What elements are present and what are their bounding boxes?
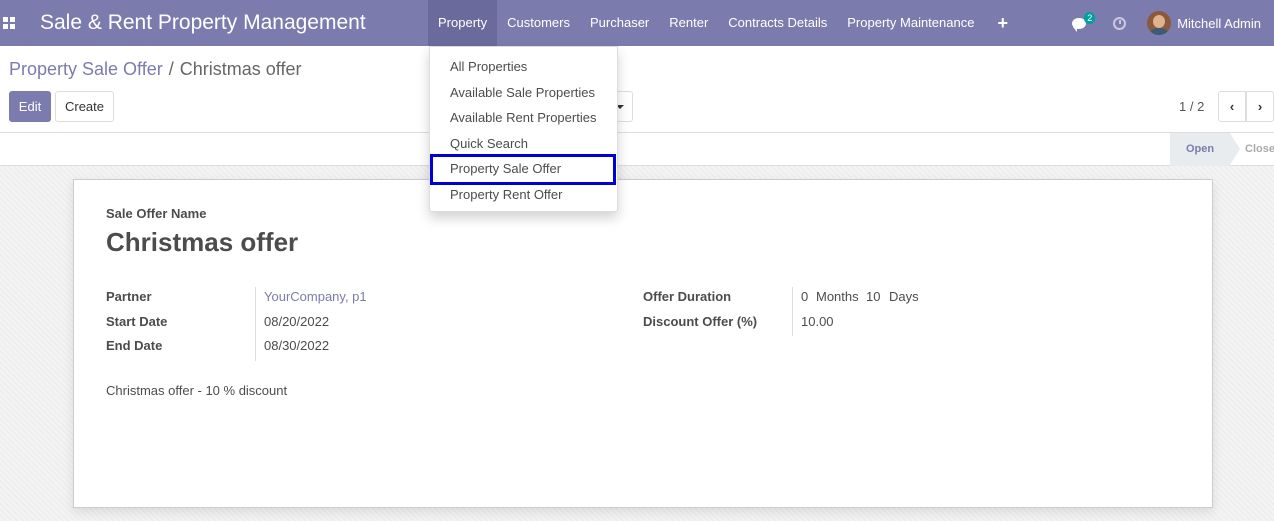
property-dropdown-menu: All Properties Available Sale Properties… [429,46,618,212]
offer-duration-row: Offer Duration 0 Months 10 Days [643,289,1143,314]
app-title[interactable]: Sale & Rent Property Management [40,11,428,35]
partner-link[interactable]: YourCompany, p1 [264,289,367,304]
months-unit: Months [816,289,859,304]
menu-renter[interactable]: Renter [659,0,718,46]
navbar-systray: 2 Mitchell Admin [1059,0,1274,46]
left-field-group: Partner YourCompany, p1 Start Date 08/20… [106,287,606,363]
start-date-row: Start Date 08/20/2022 [106,314,606,339]
offer-notes: Christmas offer - 10 % discount [106,383,288,398]
partner-row: Partner YourCompany, p1 [106,289,606,314]
menu-item-quick-search[interactable]: Quick Search [430,131,617,156]
activity-clock-icon[interactable] [1099,0,1139,46]
pager-previous-button[interactable]: ‹ [1218,91,1246,122]
top-navbar: Sale & Rent Property Management Property… [0,0,1274,46]
avatar [1147,11,1172,35]
field-separator [792,287,793,336]
days-value: 10 [866,289,881,304]
create-button[interactable]: Create [55,91,114,122]
offer-duration-label: Offer Duration [643,289,732,304]
form-sheet: Sale Offer Name Christmas offer Partner … [73,179,1213,508]
menu-property-maintenance[interactable]: Property Maintenance [837,0,984,46]
days-unit: Days [889,289,919,304]
form-statusbar: Open Close [0,133,1274,166]
pager-value[interactable]: 1 / 2 [1179,99,1204,114]
sale-offer-name-value: Christmas offer [106,227,299,257]
menu-item-property-sale-offer[interactable]: Property Sale Offer [430,154,616,185]
menu-item-available-sale-properties[interactable]: Available Sale Properties [430,80,617,105]
menu-property[interactable]: Property [428,0,498,46]
menu-contracts-details[interactable]: Contracts Details [718,0,837,46]
menu-item-available-rent-properties[interactable]: Available Rent Properties [430,105,617,130]
pager-next-button[interactable]: › [1246,91,1274,122]
end-date-value: 08/30/2022 [264,338,330,353]
stage-open[interactable]: Open [1170,133,1240,166]
breadcrumb-current: Christmas offer [179,59,302,79]
sale-offer-name-label: Sale Offer Name [106,206,207,221]
end-date-row: End Date 08/30/2022 [106,338,606,363]
right-field-group: Offer Duration 0 Months 10 Days Discount… [643,287,1143,339]
menu-customers[interactable]: Customers [497,0,580,46]
months-value: 0 [801,289,809,304]
discount-offer-label: Discount Offer (%) [643,313,758,329]
discount-offer-value: 10.00 [801,313,834,329]
main-menu: Property Customers Purchaser Renter Cont… [428,0,1021,46]
breadcrumb: Property Sale Offer / Christmas offer [9,59,301,80]
menu-purchaser[interactable]: Purchaser [580,0,659,46]
breadcrumb-separator: / [168,59,174,79]
field-separator [255,287,256,361]
user-name: Mitchell Admin [1177,15,1261,31]
edit-button[interactable]: Edit [9,91,51,122]
end-date-label: End Date [106,338,163,353]
start-date-label: Start Date [106,313,168,329]
plus-icon[interactable]: + [984,0,1021,46]
stage-close[interactable]: Close [1245,133,1274,166]
menu-item-all-properties[interactable]: All Properties [430,54,617,79]
partner-label: Partner [106,289,152,304]
start-date-value: 08/20/2022 [264,313,330,329]
apps-menu-icon[interactable] [0,0,18,46]
menu-item-property-rent-offer[interactable]: Property Rent Offer [430,182,617,207]
discount-offer-row: Discount Offer (%) 10.00 [643,314,1143,339]
chat-icon[interactable]: 2 [1059,0,1099,46]
chat-count-badge: 2 [1084,12,1096,24]
user-menu[interactable]: Mitchell Admin [1139,0,1274,46]
breadcrumb-parent[interactable]: Property Sale Offer [9,59,163,80]
